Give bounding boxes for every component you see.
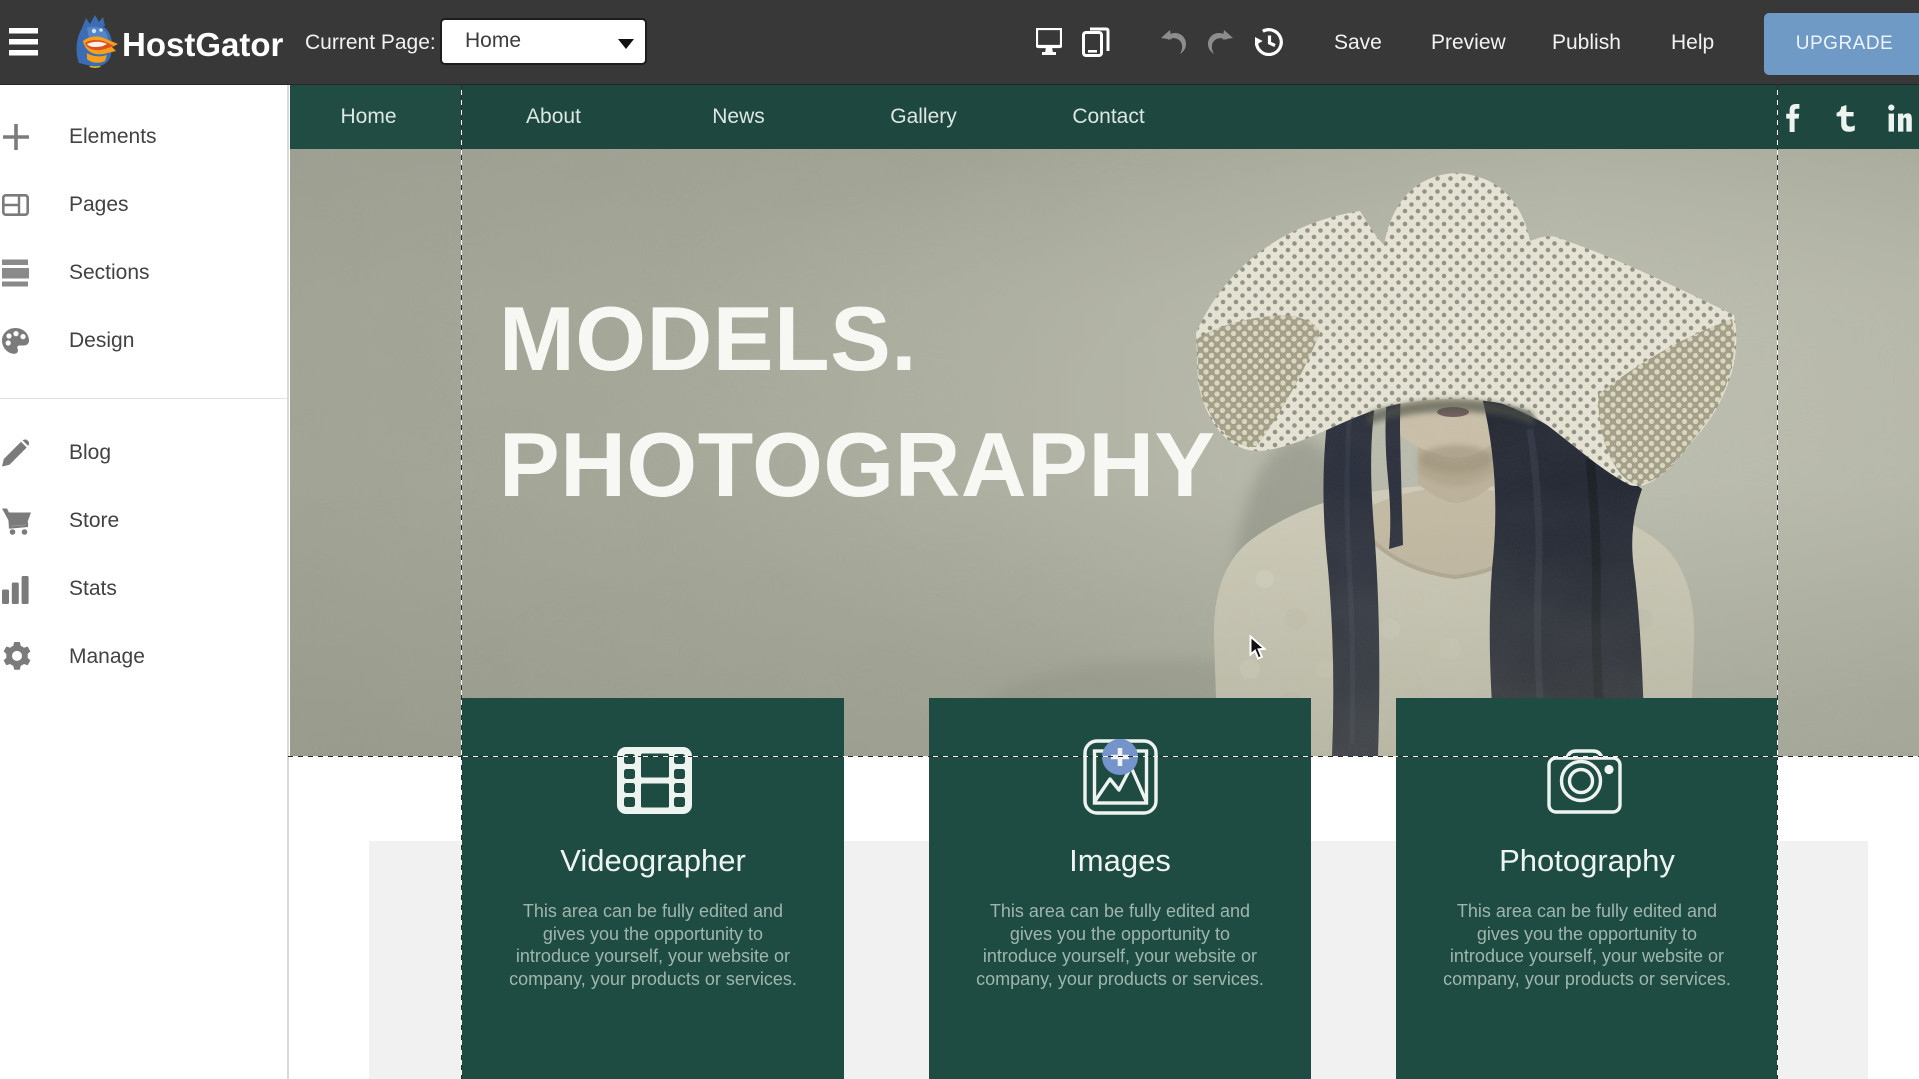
svg-text:MODELS.: MODELS. xyxy=(499,289,917,390)
svg-text:PHOTOGRAPHY: PHOTOGRAPHY xyxy=(499,415,1216,516)
